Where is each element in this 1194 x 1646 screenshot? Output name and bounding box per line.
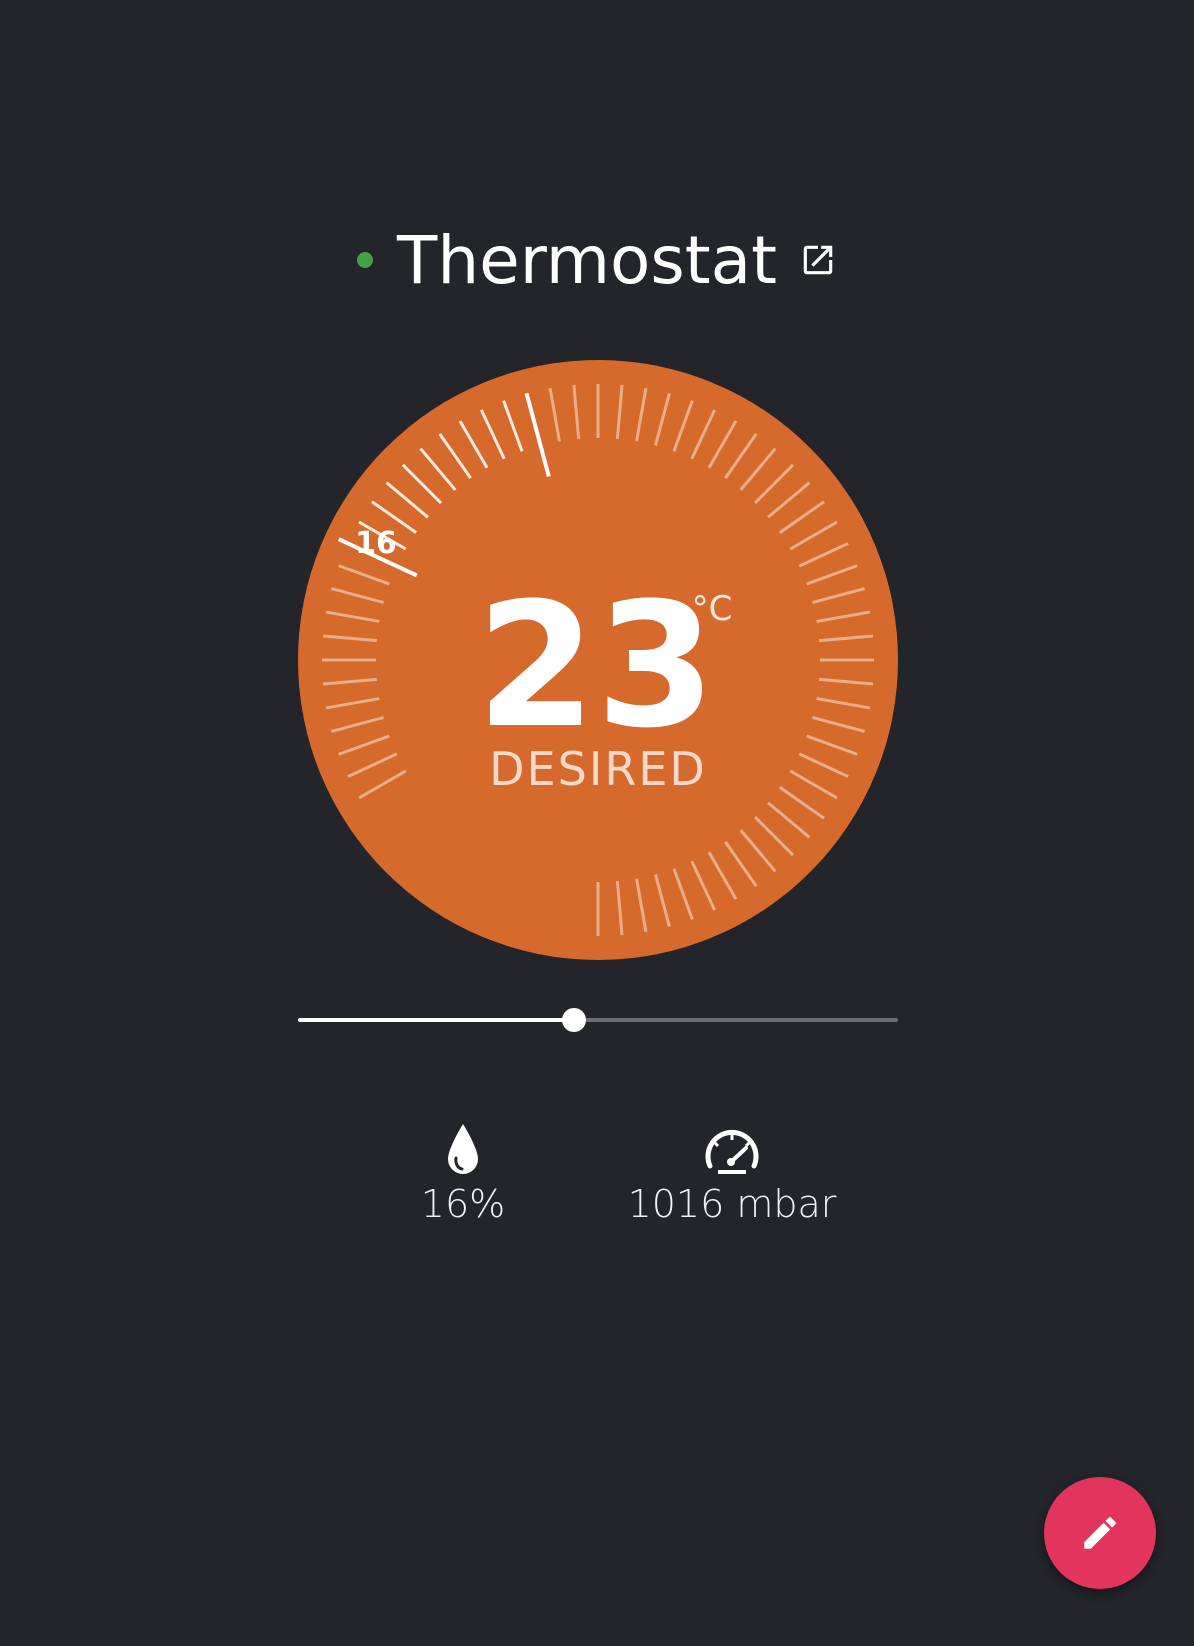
- status-dot: [357, 252, 373, 268]
- pressure-value: 1016 mbar: [627, 1182, 837, 1226]
- humidity-stat: 16%: [403, 1120, 523, 1226]
- mode-label: DESIRED: [489, 742, 707, 796]
- slider-fill: [298, 1018, 574, 1022]
- edit-button[interactable]: [1044, 1477, 1156, 1589]
- temp-unit: °C: [692, 589, 733, 629]
- thermostat-dial[interactable]: 16 23 °C DESIRED: [298, 360, 898, 960]
- current-temp-label: 16: [355, 526, 397, 561]
- pencil-icon: [1084, 1517, 1116, 1549]
- card-header: Thermostat: [0, 215, 1194, 305]
- pressure-stat: 1016 mbar: [628, 1120, 836, 1226]
- open-in-new-icon[interactable]: [799, 241, 837, 279]
- slider-thumb[interactable]: [562, 1008, 586, 1032]
- page-title: Thermostat: [397, 221, 777, 299]
- sensor-stats: 16% 1016 mbar: [0, 1120, 1194, 1230]
- water-drop-icon: [446, 1120, 480, 1176]
- desired-temp-value: 23: [476, 565, 715, 766]
- gauge-icon: [704, 1120, 760, 1176]
- temperature-slider[interactable]: [298, 1005, 898, 1035]
- thermostat-page: Thermostat 16 23 °C DESIRED 16% 1016 mba…: [0, 0, 1194, 1646]
- humidity-value: 16%: [420, 1182, 506, 1226]
